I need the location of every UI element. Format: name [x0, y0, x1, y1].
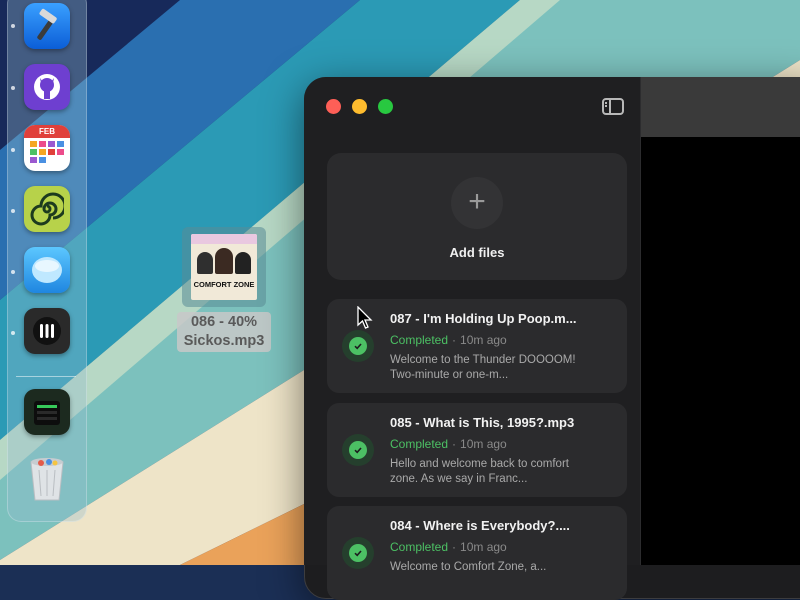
dock-app-github-desktop[interactable] [24, 64, 70, 110]
minimize-button[interactable] [352, 99, 367, 114]
desktop-file-icon[interactable]: COMFORT ZONE [182, 227, 266, 307]
server-icon [34, 401, 60, 425]
dock-app-server[interactable] [24, 389, 70, 435]
close-button[interactable] [326, 99, 341, 114]
bubble-icon [32, 257, 62, 283]
desktop-file-label[interactable]: 086 - 40% Sickos.mp3 [177, 312, 271, 352]
mouse-cursor-icon [357, 306, 373, 329]
item-description: Welcome to Comfort Zone, a... [390, 561, 547, 573]
status-label: Completed [390, 333, 449, 347]
trash-icon [30, 458, 64, 501]
detail-pane [640, 137, 800, 565]
dock-app-trash[interactable] [24, 455, 70, 501]
sidebar-toggle-icon[interactable] [602, 98, 624, 115]
item-description: Hello and welcome back to comfort zone. … [390, 458, 569, 485]
item-status: Completed · 10m ago [390, 437, 507, 451]
status-time: 10m ago [460, 540, 507, 554]
album-artwork: COMFORT ZONE [191, 234, 257, 300]
bars-icon [33, 317, 61, 345]
add-files-label: Add files [449, 245, 505, 260]
item-title: 085 - What is This, 1995?.mp3 [390, 415, 575, 430]
completed-check-icon [342, 537, 374, 569]
status-label: Completed [390, 540, 449, 554]
file-label-line2: Sickos.mp3 [183, 333, 265, 349]
file-label-line1: 086 - 40% [190, 314, 258, 330]
dock-app-fantastical[interactable]: FEB [24, 125, 70, 171]
calendar-icon [30, 141, 64, 163]
running-indicator [11, 24, 15, 28]
completed-check-icon [342, 434, 374, 466]
running-indicator [11, 209, 15, 213]
dock-app-bubble[interactable] [24, 247, 70, 293]
dock-app-xcode[interactable] [24, 3, 70, 49]
github-octocat-icon [34, 74, 60, 100]
running-indicator [11, 331, 15, 335]
zoom-button[interactable] [378, 99, 393, 114]
status-label: Completed [390, 437, 449, 451]
item-status: Completed · 10m ago [390, 540, 507, 554]
item-status: Completed · 10m ago [390, 333, 507, 347]
list-item[interactable]: 085 - What is This, 1995?.mp3 Completed ·… [327, 403, 627, 497]
completed-check-icon [342, 330, 374, 362]
item-description: Welcome to the Thunder DOOOOM! Two-minut… [390, 354, 576, 381]
item-title: 087 - I'm Holding Up Poop.m... [390, 311, 577, 326]
running-indicator [11, 148, 15, 152]
status-separator: · [452, 333, 457, 347]
hammer-icon [37, 8, 57, 40]
status-time: 10m ago [460, 437, 507, 451]
spiral-icon [30, 192, 64, 226]
dock-app-spiral[interactable] [24, 186, 70, 232]
calendar-badge: FEB [24, 125, 70, 138]
status-separator: · [452, 540, 457, 554]
status-time: 10m ago [460, 333, 507, 347]
running-indicator [11, 86, 15, 90]
running-indicator [11, 270, 15, 274]
list-item[interactable]: 084 - Where is Everybody?.... Completed ·… [327, 506, 627, 600]
add-files-button[interactable]: + Add files [327, 153, 627, 280]
dock-separator [16, 376, 76, 377]
plus-icon: + [451, 177, 503, 229]
item-title: 084 - Where is Everybody?.... [390, 518, 570, 533]
status-separator: · [452, 437, 457, 451]
dock-app-audio[interactable] [24, 308, 70, 354]
artwork-title: COMFORT ZONE [193, 280, 255, 289]
